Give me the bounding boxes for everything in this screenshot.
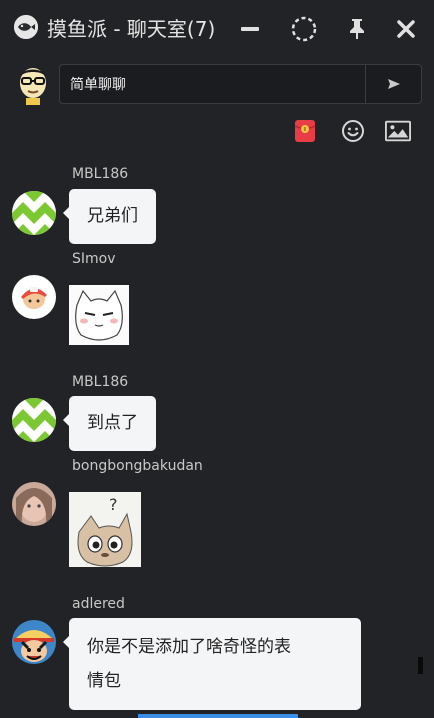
message-username: bongbongbakudan (72, 458, 203, 474)
message-text-line: 情包 (87, 671, 121, 691)
message-bubble: 兄弟们 (63, 189, 156, 244)
avatar[interactable] (12, 620, 56, 664)
accent-bar (138, 714, 298, 718)
window-title: 摸鱼派 - 聊天室(7) (47, 17, 216, 41)
message-username: MBL186 (72, 374, 129, 390)
avatar[interactable] (14, 63, 52, 105)
message-username: adlered (72, 596, 125, 612)
message-input[interactable] (60, 65, 365, 103)
svg-text:?: ? (109, 495, 118, 514)
emoji-icon[interactable] (340, 118, 366, 144)
message-username: SImov (72, 251, 116, 267)
minimize-icon[interactable] (235, 14, 265, 44)
message-composer (59, 64, 422, 104)
avatar[interactable] (12, 482, 56, 526)
confused-cat-sticker[interactable]: ? (69, 492, 141, 567)
fish-logo-icon (14, 15, 38, 39)
message-text-line: 你是不是添加了啥奇怪的表 (87, 637, 291, 657)
send-button[interactable] (365, 65, 421, 103)
message-username: MBL186 (72, 166, 129, 182)
pin-icon[interactable] (342, 14, 372, 44)
avatar[interactable] (12, 398, 56, 442)
send-icon (387, 79, 400, 89)
avatar[interactable] (12, 275, 56, 319)
loop-icon[interactable] (289, 14, 319, 44)
scrollbar-thumb[interactable] (418, 657, 423, 674)
message-bubble: 你是不是添加了啥奇怪的表 情包 (63, 618, 361, 710)
image-icon[interactable] (385, 118, 411, 144)
red-packet-icon[interactable] (292, 118, 318, 144)
title-bar: 摸鱼派 - 聊天室(7) (0, 0, 434, 58)
close-icon[interactable] (391, 14, 421, 44)
avatar[interactable] (12, 191, 56, 235)
message-bubble: 到点了 (63, 396, 156, 451)
cat-sticker[interactable] (69, 285, 129, 345)
